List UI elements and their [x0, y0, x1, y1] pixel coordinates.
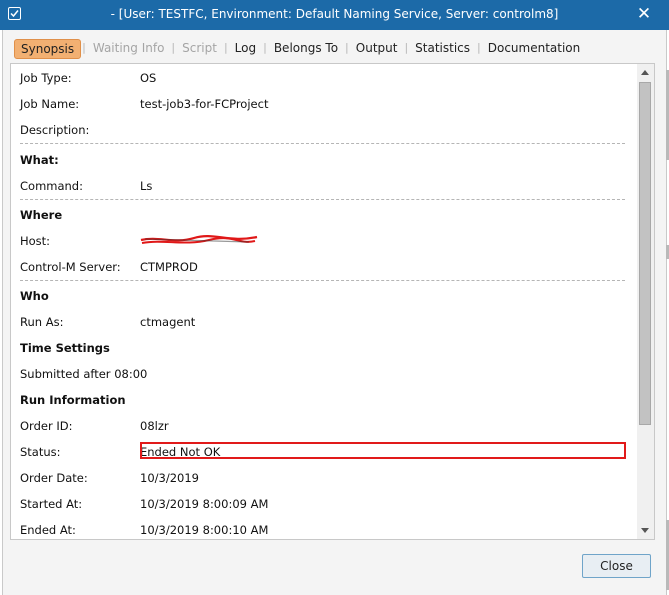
synopsis-panel: Job Type: OS Job Name: test-job3-for-FCP…: [10, 63, 655, 540]
run-information-heading: Run Information: [20, 393, 126, 407]
tab-output[interactable]: Output: [350, 39, 404, 57]
command-value: Ls: [140, 179, 153, 193]
scroll-up-arrow-icon[interactable]: [641, 70, 649, 75]
job-name-value: test-job3-for-FCProject: [140, 97, 269, 111]
window-title: - [User: TESTFC, Environment: Default Na…: [110, 7, 559, 21]
vertical-scrollbar[interactable]: [637, 64, 654, 539]
job-name-label: Job Name:: [20, 97, 80, 111]
ended-at-label: Ended At:: [20, 523, 76, 537]
tab-statistics[interactable]: Statistics: [409, 39, 476, 57]
title-bar: - [User: TESTFC, Environment: Default Na…: [0, 0, 669, 30]
tab-synopsis[interactable]: Synopsis: [14, 39, 82, 59]
section-divider: [20, 280, 625, 281]
close-icon[interactable]: ✕: [631, 3, 657, 25]
time-settings-heading: Time Settings: [20, 341, 110, 355]
redaction-scribble: [140, 235, 258, 244]
started-at-value: 10/3/2019 8:00:09 AM: [140, 497, 269, 511]
ended-at-value: 10/3/2019 8:00:10 AM: [140, 523, 269, 537]
order-date-value: 10/3/2019: [140, 471, 199, 485]
tab-bar: Synopsis | Waiting Info | Script | Log | Belongs…: [14, 39, 586, 59]
what-heading: What:: [20, 153, 59, 167]
job-type-label: Job Type:: [20, 71, 72, 85]
tab-documentation[interactable]: Documentation: [482, 39, 587, 57]
order-id-value: 08lzr: [140, 419, 169, 433]
where-heading: Where: [20, 208, 63, 222]
server-label: Control-M Server:: [20, 260, 121, 274]
section-divider: [20, 199, 625, 200]
tab-belongs-to[interactable]: Belongs To: [268, 39, 344, 57]
status-label: Status:: [20, 445, 61, 459]
run-as-label: Run As:: [20, 315, 64, 329]
tab-log[interactable]: Log: [229, 39, 262, 57]
command-label: Command:: [20, 179, 83, 193]
run-as-value: ctmagent: [140, 315, 196, 329]
server-value: CTMPROD: [140, 260, 198, 274]
job-type-value: OS: [140, 71, 157, 85]
status-highlight-box: [140, 442, 626, 459]
started-at-label: Started At:: [20, 497, 83, 511]
order-id-label: Order ID:: [20, 419, 73, 433]
order-date-label: Order Date:: [20, 471, 88, 485]
host-label: Host:: [20, 234, 51, 248]
tab-waiting-info[interactable]: Waiting Info: [87, 39, 171, 57]
submitted-value: Submitted after 08:00: [20, 367, 148, 381]
scrollbar-thumb[interactable]: [639, 82, 651, 425]
description-label: Description:: [20, 123, 90, 137]
scroll-down-arrow-icon[interactable]: [641, 528, 649, 533]
who-heading: Who: [20, 289, 49, 303]
section-divider: [20, 143, 625, 144]
close-button[interactable]: Close: [582, 554, 651, 578]
tab-script[interactable]: Script: [176, 39, 223, 57]
